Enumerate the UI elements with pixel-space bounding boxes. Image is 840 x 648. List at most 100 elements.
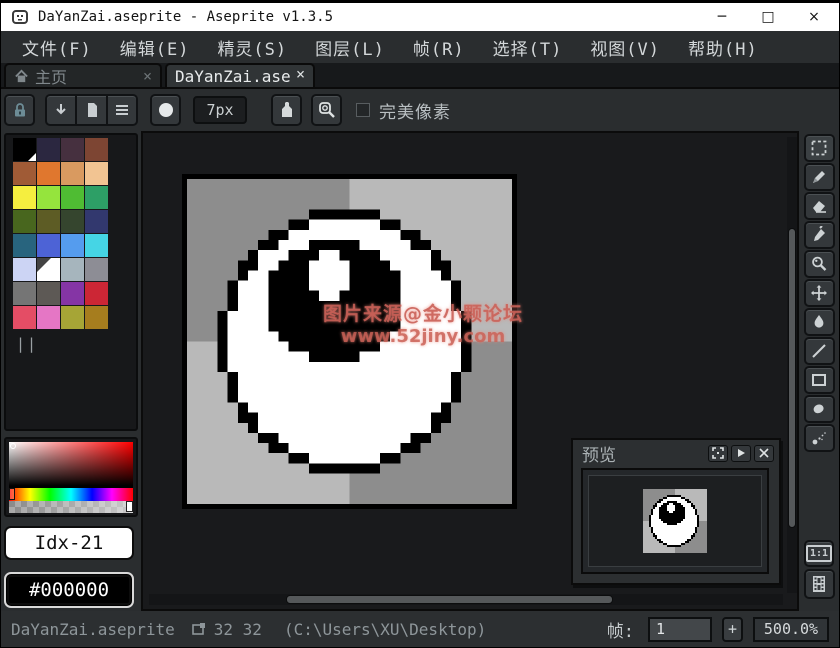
palette-swatch-28[interactable]: [13, 306, 36, 329]
minimize-button[interactable]: ─: [713, 9, 731, 25]
color-picker-panel: [4, 437, 138, 517]
rectangle-icon: [810, 371, 828, 389]
palette-swatch-20[interactable]: [13, 258, 36, 281]
vertical-scrollbar-thumb[interactable]: [788, 228, 796, 528]
eraser-tool-button[interactable]: [804, 192, 835, 220]
menu-bar: 文件(F)编辑(E)精灵(S)图层(L)帧(R)选择(T)视图(V)帮助(H): [1, 31, 839, 63]
palette-swatch-4[interactable]: [13, 162, 36, 185]
zoom-level-field[interactable]: 500.0%: [753, 617, 829, 642]
maximize-button[interactable]: □: [759, 9, 777, 25]
palette-swatch-19[interactable]: [85, 234, 108, 257]
menu-item-3[interactable]: 图层(L): [302, 32, 398, 63]
preview-close-button[interactable]: [754, 445, 774, 462]
home-icon: [14, 69, 29, 84]
palette-swatch-8[interactable]: [13, 186, 36, 209]
menu-item-0[interactable]: 文件(F): [9, 32, 105, 63]
line-tool-button[interactable]: [804, 337, 835, 365]
jumble-tool-button[interactable]: [804, 424, 835, 452]
palette-swatch-5[interactable]: [37, 162, 60, 185]
palette-resize-handle[interactable]: ||: [16, 335, 132, 353]
hue-bar[interactable]: [9, 488, 133, 501]
move-tool-button[interactable]: [804, 279, 835, 307]
palette-swatch-21[interactable]: [37, 258, 60, 281]
save-brush-button[interactable]: [45, 94, 76, 126]
menu-item-5[interactable]: 选择(T): [480, 32, 576, 63]
window-title: DaYanZai.aseprite - Aseprite v1.3.5: [38, 9, 333, 25]
palette-swatch-12[interactable]: [13, 210, 36, 233]
tab-home[interactable]: 主页 ×: [4, 63, 162, 87]
sv-marker[interactable]: [10, 443, 16, 449]
palette-swatch-31[interactable]: [85, 306, 108, 329]
contour-tool-button[interactable]: [804, 395, 835, 423]
palette-swatch-24[interactable]: [13, 282, 36, 305]
palette-swatch-1[interactable]: [37, 138, 60, 161]
zoom-tool-button[interactable]: [804, 250, 835, 278]
palette-swatch-23[interactable]: [85, 258, 108, 281]
pixel-perfect-checkbox[interactable]: [356, 103, 370, 117]
new-brush-button[interactable]: [76, 94, 107, 126]
palette-swatch-0[interactable]: [13, 138, 36, 161]
tab-dayanzai-label: DaYanZai.asep: [175, 67, 290, 86]
menu-item-2[interactable]: 精灵(S): [204, 32, 300, 63]
add-frame-button[interactable]: +: [722, 617, 743, 642]
palette-swatch-26[interactable]: [61, 282, 84, 305]
palette-swatch-17[interactable]: [37, 234, 60, 257]
palette-swatch-3[interactable]: [85, 138, 108, 161]
brush-shape-button[interactable]: [150, 94, 181, 126]
menu-item-4[interactable]: 帧(R): [400, 32, 478, 63]
rectangular-marquee-tool-button[interactable]: [804, 134, 835, 162]
palette-swatch-13[interactable]: [37, 210, 60, 233]
paint-bucket-tool-button[interactable]: [804, 308, 835, 336]
saturation-value-area[interactable]: [9, 442, 133, 488]
palette-swatch-16[interactable]: [13, 234, 36, 257]
palette-swatch-9[interactable]: [37, 186, 60, 209]
close-button[interactable]: ×: [805, 9, 823, 25]
preview-play-button[interactable]: [731, 445, 751, 462]
palette-swatch-11[interactable]: [85, 186, 108, 209]
menu-item-6[interactable]: 视图(V): [577, 32, 673, 63]
palette-swatch-22[interactable]: [61, 258, 84, 281]
one-to-one-button[interactable]: 1:1: [804, 540, 834, 567]
menu-item-7[interactable]: 帮助(H): [675, 32, 771, 63]
brush-size-field[interactable]: 7px: [193, 96, 247, 124]
menu-item-1[interactable]: 编辑(E): [107, 32, 203, 63]
tab-home-close-icon[interactable]: ×: [137, 67, 152, 85]
palette-swatch-15[interactable]: [85, 210, 108, 233]
palette-index-button[interactable]: Idx-21: [4, 526, 134, 560]
lock-button[interactable]: [4, 94, 35, 126]
preview-center-button[interactable]: [708, 445, 728, 462]
tab-dayanzai[interactable]: DaYanZai.asep ×: [165, 63, 315, 87]
palette-swatch-6[interactable]: [61, 162, 84, 185]
frame-input[interactable]: 1: [648, 617, 712, 642]
hamburger-icon: [113, 101, 131, 119]
eyedropper-tool-button[interactable]: [804, 221, 835, 249]
pencil-tool-button[interactable]: [804, 163, 835, 191]
palette-swatch-14[interactable]: [61, 210, 84, 233]
palette-grid: [13, 138, 110, 329]
hex-color-button[interactable]: #000000: [4, 572, 134, 608]
dynamics-icon: [317, 100, 337, 120]
aseprite-window: DaYanZai.aseprite - Aseprite v1.3.5 ─ □ …: [0, 0, 840, 648]
palette-swatch-2[interactable]: [61, 138, 84, 161]
tab-dayanzai-close-icon[interactable]: ×: [290, 65, 305, 83]
palette-swatch-7[interactable]: [85, 162, 108, 185]
hue-marker[interactable]: [9, 488, 15, 500]
brush-options-button[interactable]: [107, 94, 138, 126]
palette-swatch-10[interactable]: [61, 186, 84, 209]
palette-swatch-27[interactable]: [85, 282, 108, 305]
sprite-canvas[interactable]: [187, 179, 512, 504]
dynamics-button[interactable]: [311, 94, 342, 126]
palette-swatch-29[interactable]: [37, 306, 60, 329]
alpha-bar[interactable]: [9, 501, 133, 513]
palette-swatch-30[interactable]: [61, 306, 84, 329]
ink-button[interactable]: [271, 94, 302, 126]
alpha-marker[interactable]: [126, 501, 133, 512]
eyedropper-icon: [810, 226, 828, 244]
rectangle-tool-button[interactable]: [804, 366, 835, 394]
preview-screen: [588, 475, 762, 567]
palette-swatch-18[interactable]: [61, 234, 84, 257]
palette-swatch-25[interactable]: [37, 282, 60, 305]
preview-title-bar[interactable]: 预览: [573, 440, 779, 466]
timeline-button[interactable]: [804, 569, 835, 599]
horizontal-scrollbar-thumb[interactable]: [286, 595, 613, 604]
